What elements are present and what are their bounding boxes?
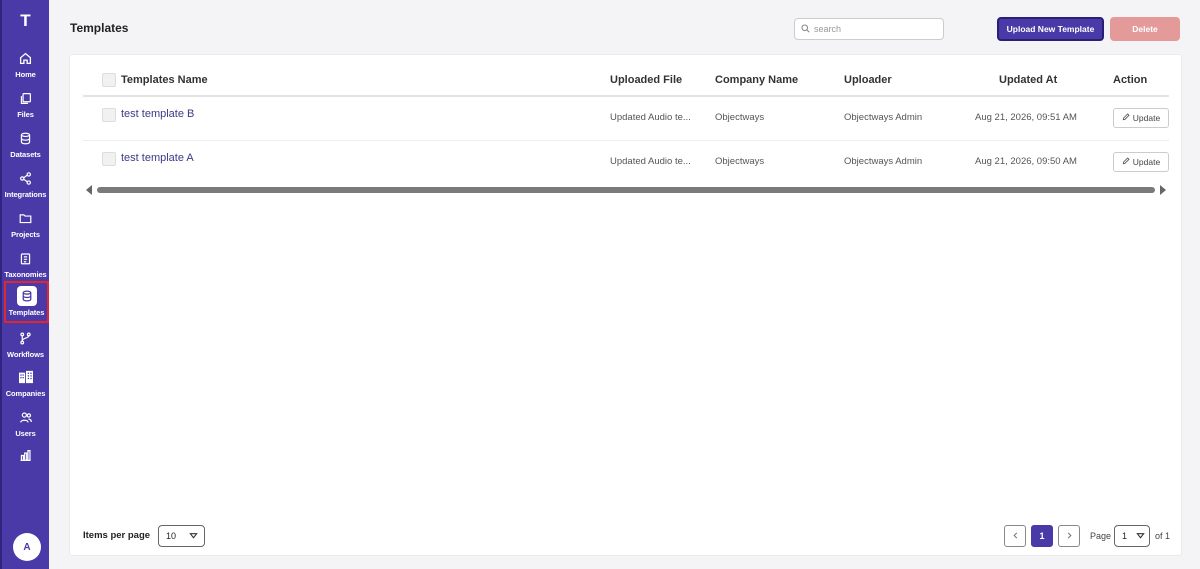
sidebar-item-label: Taxonomies [4, 270, 47, 279]
database-icon [16, 128, 36, 148]
column-header-updated-at[interactable]: Updated At [999, 74, 1057, 86]
header-divider [83, 95, 1169, 97]
sidebar-item-files[interactable]: Files [2, 88, 49, 124]
select-all-checkbox[interactable] [102, 73, 116, 87]
update-label: Update [1132, 157, 1161, 167]
column-header-uploader[interactable]: Uploader [844, 74, 892, 86]
chart-icon [16, 445, 36, 465]
uploader: Objectways Admin [844, 156, 923, 167]
row-checkbox[interactable] [102, 108, 116, 122]
sidebar-item-label: Files [17, 110, 34, 119]
company-name: Objectways [715, 112, 765, 123]
pencil-icon [1122, 113, 1130, 123]
uploaded-file: Updated Audio te... [610, 156, 691, 167]
page-label: Page [1090, 531, 1112, 541]
template-name[interactable]: test template B [121, 108, 194, 120]
row-checkbox[interactable] [102, 152, 116, 166]
folder-icon [16, 208, 36, 228]
scroll-right-arrow[interactable] [1160, 185, 1166, 195]
page-number-button[interactable]: 1 [1031, 525, 1053, 547]
horizontal-scrollbar[interactable] [97, 187, 1155, 193]
sidebar-item-projects[interactable]: Projects [2, 208, 49, 244]
items-per-page-label: Items per page [83, 530, 151, 541]
pencil-icon [1122, 157, 1130, 167]
files-icon [16, 88, 36, 108]
uploaded-file: Updated Audio te... [610, 112, 691, 123]
app-logo[interactable]: T [2, 8, 49, 34]
column-header-company[interactable]: Company Name [715, 74, 798, 86]
sidebar-item-workflows[interactable]: Workflows [2, 328, 49, 364]
update-label: Update [1132, 113, 1161, 123]
upload-new-template-button[interactable]: Upload New Template [997, 17, 1104, 41]
updated-at: Aug 21, 2026, 09:51 AM [975, 112, 1077, 123]
sidebar-item-datasets[interactable]: Datasets [2, 128, 49, 164]
sidebar-item-taxonomies[interactable]: Taxonomies [2, 248, 49, 284]
sidebar-item-label: Companies [5, 389, 46, 398]
page-title: Templates [70, 21, 129, 35]
sidebar: T Home Files Datasets Integrations Proje… [0, 0, 49, 569]
update-button[interactable]: Update [1113, 108, 1169, 128]
column-header-uploaded-file[interactable]: Uploaded File [610, 74, 682, 86]
sidebar-item-integrations[interactable]: Integrations [2, 168, 49, 204]
avatar[interactable]: A [13, 533, 41, 561]
items-per-page-value: 10 [166, 531, 177, 541]
sidebar-item-label: Home [15, 70, 36, 79]
search-input[interactable] [814, 24, 934, 34]
sidebar-item-label: Projects [11, 230, 40, 239]
chevron-right-icon [1066, 531, 1073, 541]
column-header-name[interactable]: Templates Name [121, 74, 208, 86]
update-button[interactable]: Update [1113, 152, 1169, 172]
row-divider [83, 140, 1169, 141]
updated-at: Aug 21, 2026, 09:50 AM [975, 156, 1077, 167]
sidebar-item-users[interactable]: Users [2, 407, 49, 443]
template-name[interactable]: test template A [121, 152, 194, 164]
home-icon [16, 48, 36, 68]
next-page-button[interactable] [1058, 525, 1080, 547]
sidebar-item-label: Datasets [10, 150, 41, 159]
template-icon [16, 286, 37, 306]
delete-button[interactable]: Delete [1110, 17, 1180, 41]
column-header-action: Action [1113, 74, 1148, 86]
company-name: Objectways [715, 156, 765, 167]
sidebar-item-label: Workflows [7, 350, 44, 359]
users-icon [16, 407, 36, 427]
page-select[interactable]: 1 [1114, 525, 1150, 547]
chevron-down-icon [189, 531, 198, 542]
search-box[interactable] [794, 18, 944, 40]
uploader: Objectways Admin [844, 112, 923, 123]
chevron-down-icon [1136, 531, 1145, 542]
page-select-value: 1 [1122, 531, 1128, 541]
prev-page-button[interactable] [1004, 525, 1026, 547]
sidebar-item-analytics[interactable] [2, 445, 49, 481]
share-icon [16, 168, 36, 188]
scroll-left-arrow[interactable] [86, 185, 92, 195]
sidebar-item-home[interactable]: Home [2, 48, 49, 84]
branch-icon [16, 328, 36, 348]
building-icon [16, 367, 36, 387]
sidebar-item-label: Users [15, 429, 36, 438]
clipboard-icon [16, 248, 36, 268]
sidebar-item-templates[interactable]: Templates [4, 281, 49, 323]
sidebar-item-companies[interactable]: Companies [2, 367, 49, 403]
total-pages-label: of 1 [1155, 531, 1171, 541]
chevron-left-icon [1012, 531, 1019, 541]
sidebar-item-label: Templates [8, 308, 45, 317]
sidebar-item-label: Integrations [4, 190, 47, 199]
search-icon [801, 20, 810, 38]
items-per-page-select[interactable]: 10 [158, 525, 205, 547]
templates-table-card: Templates Name Uploaded File Company Nam… [69, 54, 1182, 556]
